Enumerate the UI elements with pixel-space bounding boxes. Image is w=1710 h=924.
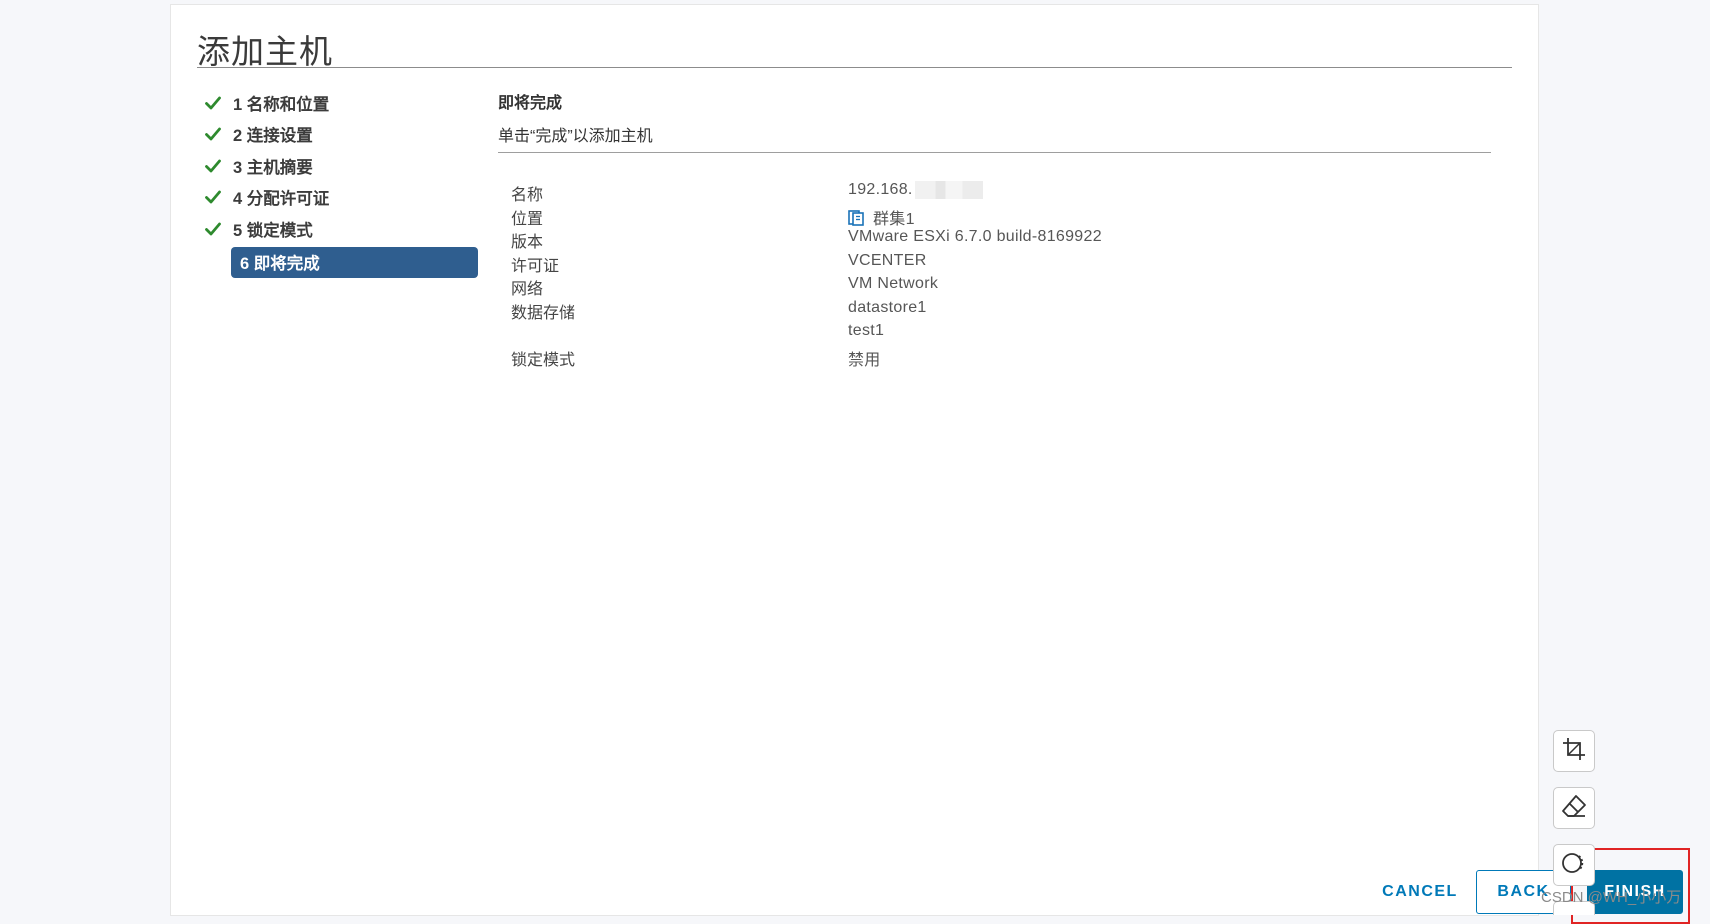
detail-value: 192.168. [848,181,983,199]
step-connection-settings[interactable]: 2 连接设置 [205,119,465,151]
step-label: 5 锁定模式 [233,221,313,240]
detail-key: 网络 [511,281,544,298]
detail-key: 锁定模式 [511,351,576,369]
step-label: 3 主机摘要 [233,158,313,177]
add-host-dialog: 添加主机 1 名称和位置 2 连接设置 3 主机摘要 4 分配许可证 5 锁定模… [171,5,1690,924]
cluster-icon [848,209,864,226]
check-icon [205,96,233,110]
host-ip-value: 192.168. [848,181,913,199]
step-label: 1 名称和位置 [233,95,330,114]
detail-value: 禁用 [848,351,881,369]
dialog-title: 添加主机 [197,33,333,70]
detail-value: VCENTER [848,251,927,269]
step-host-summary[interactable]: 3 主机摘要 [205,150,465,182]
wizard-steps: 1 名称和位置 2 连接设置 3 主机摘要 4 分配许可证 5 锁定模式 6 即… [205,87,478,278]
crop-icon [1561,736,1587,767]
section-divider [498,152,1491,153]
redacted-mask [914,181,983,199]
cluster-name: 群集1 [873,210,915,228]
check-icon [205,190,233,204]
detail-key: 许可证 [511,257,560,275]
detail-value: 群集1 [848,205,915,229]
eraser-tool-button[interactable] [1553,787,1595,829]
section-subtitle: 单击“完成”以添加主机 [498,128,653,145]
detail-key: 数据存储 [511,304,576,322]
crop-tool-button[interactable] [1553,730,1595,772]
watermark: CSDN @WH_小小万 [1541,889,1682,906]
title-divider [197,67,1512,68]
step-ready-to-complete[interactable]: 6 即将完成 [231,246,478,278]
content-panel: 即将完成 单击“完成”以添加主机 [498,89,1664,153]
step-lockdown-mode[interactable]: 5 锁定模式 [205,213,465,245]
shape-tool-button[interactable] [1553,844,1595,886]
detail-key: 位置 [511,210,544,228]
step-label: 4 分配许可证 [233,190,330,209]
detail-key: 版本 [511,234,544,251]
detail-value: VM Network [848,275,939,292]
detail-value: test1 [848,322,885,339]
section-heading: 即将完成 [498,95,563,112]
step-assign-license[interactable]: 4 分配许可证 [205,182,465,214]
detail-value: VMware ESXi 6.7.0 build-8169922 [848,228,1102,245]
cancel-button[interactable]: CANCEL [1361,870,1479,914]
check-icon [205,127,233,141]
step-label: 6 即将完成 [240,255,320,273]
circle-icon [1561,850,1587,881]
step-name-location[interactable]: 1 名称和位置 [205,87,465,119]
detail-value: datastore1 [848,298,927,316]
step-label: 2 连接设置 [233,127,313,146]
check-icon [205,159,233,173]
check-icon [205,222,233,236]
eraser-icon [1561,793,1587,824]
detail-key: 名称 [511,187,544,204]
